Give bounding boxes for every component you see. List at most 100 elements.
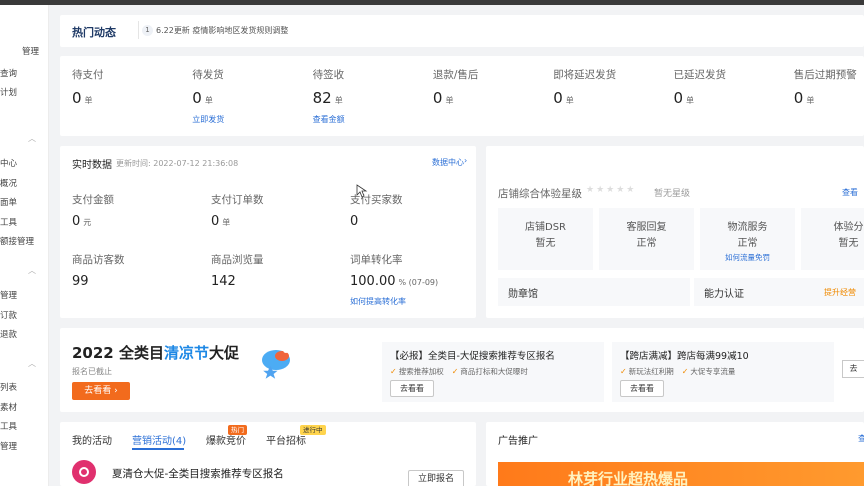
sidebar-item[interactable]: 退款: [0, 328, 17, 340]
hot-badge: 热门: [228, 425, 247, 435]
data-center-link[interactable]: 数据中心: [432, 157, 464, 168]
promo-title-a: 2022 全类目: [72, 344, 164, 362]
order-count-value: 0: [432, 89, 443, 107]
order-count-unit: 单: [204, 96, 213, 105]
active-tab-indicator: [132, 448, 184, 450]
improve-link[interactable]: 提升经营: [824, 287, 856, 298]
sidebar-item[interactable]: 管理: [0, 440, 17, 452]
sidebar-item[interactable]: 工具: [0, 216, 17, 228]
store-metric-link[interactable]: 如何流量免罚: [700, 252, 795, 263]
promo-card[interactable]: 【必报】全类目-大促搜索推荐专区报名 ✓ 搜索推荐加权 ✓ 商品打标和大促曝时 去看看: [382, 342, 604, 402]
order-count-unit: 单: [565, 96, 574, 105]
metric-label: 词单转化率: [350, 254, 403, 266]
store-metric-cell[interactable]: 物流服务 正常 如何流量免罚: [700, 208, 795, 270]
notice-index: 1: [142, 25, 153, 36]
store-metric-value: 正常: [737, 238, 758, 249]
metric-label: 商品浏览量: [211, 254, 264, 266]
order-status-count[interactable]: 0单: [553, 89, 574, 107]
order-count-unit: 单: [445, 96, 454, 105]
metric-value: 142: [211, 274, 236, 289]
ability-box[interactable]: 能力认证 提升经营: [694, 278, 864, 306]
order-count-value: 0: [72, 89, 82, 107]
order-status-label: 待发货: [192, 69, 224, 81]
improve-conversion-link[interactable]: 如何提高转化率: [350, 296, 406, 307]
sidebar-item[interactable]: 概况: [0, 177, 17, 189]
activity-tab[interactable]: 我的活动: [72, 432, 112, 447]
promo-tag-text: 商品打标和大促曝时: [460, 367, 528, 376]
cursor-icon: [356, 184, 368, 198]
chevron-up-icon[interactable]: ︿: [28, 265, 36, 276]
store-metric-cell[interactable]: 客服回复 正常: [599, 208, 694, 270]
check-icon: ✓: [390, 367, 397, 376]
sidebar-item[interactable]: 列表: [0, 381, 17, 393]
chevron-up-icon[interactable]: ︿: [28, 358, 36, 369]
order-status-link[interactable]: 查看金额: [313, 114, 345, 125]
promo-card-title: 【必报】全类目-大促搜索推荐专区报名: [390, 351, 555, 362]
metric-value: 0元: [72, 214, 91, 229]
sidebar-item[interactable]: 管理: [0, 289, 17, 301]
promo-view-button[interactable]: 去看看 ›: [72, 382, 130, 400]
chevron-right-icon[interactable]: ›: [464, 156, 467, 165]
metric-number: 0: [350, 214, 359, 229]
order-status-count[interactable]: 0单: [192, 89, 213, 107]
sidebar-item[interactable]: 中心: [0, 157, 17, 169]
order-count-unit: 单: [334, 96, 343, 105]
metric-number: 0: [72, 214, 81, 229]
order-count-unit: 单: [84, 96, 93, 105]
medal-box[interactable]: 勋章馆: [498, 278, 690, 306]
notice-link[interactable]: 6.22更新 疫情影响地区发货规则调整: [156, 25, 288, 36]
store-metric-value: 暂无: [838, 238, 859, 249]
order-status-count[interactable]: 82 单: [313, 89, 343, 107]
ads-banner[interactable]: 林芽行业超热爆品: [498, 462, 864, 486]
view-link[interactable]: 查看: [842, 187, 858, 198]
sidebar-item[interactable]: 订款: [0, 309, 17, 321]
activity-panel: 我的活动 营销活动(4) 爆款竞价 平台招标 热门 进行中 夏清仓大促-全类目搜索推荐专区…: [60, 422, 476, 486]
promo-card-tags: ✓ 搜索推荐加权 ✓ 商品打标和大促曝时: [390, 364, 536, 377]
metric-value: 0: [350, 214, 358, 229]
promo-card[interactable]: 【跨店满减】跨店每满99减10 ✓ 新玩法红利期 ✓ 大促专享流量 去看看: [612, 342, 834, 402]
order-status-link[interactable]: 立即发货: [192, 114, 224, 125]
metric-label: 支付金额: [72, 194, 114, 206]
ads-more-link[interactable]: 查: [858, 433, 864, 444]
sidebar-item[interactable]: 面单: [0, 196, 17, 208]
ongoing-badge: 进行中: [300, 425, 326, 435]
activity-item-title[interactable]: 夏清仓大促-全类目搜索推荐专区报名: [112, 466, 284, 481]
activity-tab[interactable]: 营销活动(4): [132, 432, 186, 447]
rating-label: 店铺综合体验星级: [498, 188, 582, 200]
promo-title-c: 大促: [209, 344, 240, 362]
store-metric-label: 体验分: [833, 222, 864, 233]
promo-tag: ✓ 新玩法红利期: [620, 367, 674, 376]
store-metric-cell[interactable]: 体验分 暂无: [801, 208, 864, 270]
order-status-count[interactable]: 0单: [433, 89, 454, 107]
order-status-panel: 待支付 0 单待发货 0 单立即发货 待签收 82 单查看金额 退款/售后 0 单即将延迟发货 0 单已…: [60, 56, 864, 136]
header-bar: 热门动态 1 6.22更新 疫情影响地区发货规则调整: [60, 15, 864, 47]
more-promo-button[interactable]: 去: [842, 360, 864, 378]
metric-number: 99: [72, 274, 89, 289]
metric-value: 99: [72, 274, 89, 289]
register-button[interactable]: 立即报名: [408, 470, 464, 486]
sidebar-item[interactable]: 素材: [0, 401, 17, 413]
store-metric-value: 正常: [636, 238, 657, 249]
chevron-up-icon[interactable]: ︿: [28, 133, 36, 144]
sidebar-item[interactable]: 管理: [22, 45, 39, 57]
promo-title: 2022 全类目清凉节大促: [72, 342, 239, 363]
order-status-label: 即将延迟发货: [553, 69, 617, 81]
order-status-count[interactable]: 0单: [674, 89, 695, 107]
page-title: 热门动态: [72, 26, 116, 39]
order-count-value: 0: [793, 89, 804, 107]
order-status-count[interactable]: 0单: [72, 89, 93, 107]
check-icon: ✓: [681, 367, 689, 376]
sidebar-item[interactable]: 查询: [0, 67, 17, 79]
sidebar-item[interactable]: 额接管理: [0, 235, 34, 247]
order-count-unit: 单: [806, 96, 815, 105]
sidebar-item[interactable]: 计划: [0, 86, 17, 98]
promo-card-button[interactable]: 去看看: [620, 380, 664, 397]
metric-unit: 元: [83, 218, 92, 227]
promo-card-button[interactable]: 去看看: [390, 380, 434, 397]
store-metric-value: 暂无: [535, 238, 556, 249]
medal-label: 勋章馆: [508, 289, 538, 300]
order-status-count[interactable]: 0单: [794, 89, 815, 107]
store-metric-cell[interactable]: 店铺DSR 暂无: [498, 208, 593, 270]
sidebar-item[interactable]: 工具: [0, 420, 17, 432]
star-rating-icon: ★★★★★: [586, 185, 637, 195]
